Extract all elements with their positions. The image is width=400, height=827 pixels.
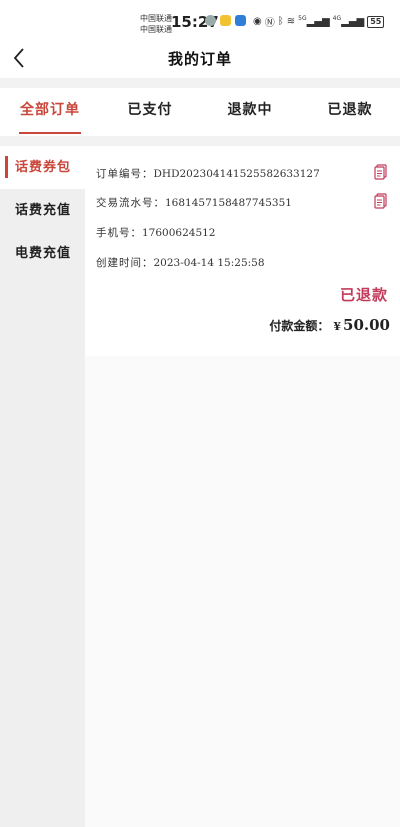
transaction-number-label: 交易流水号：	[96, 197, 165, 209]
signal-2-icon: 4G▂▄▆	[332, 15, 365, 28]
nfc-icon: Ⓝ	[264, 18, 275, 29]
page-title: 我的订单	[167, 50, 232, 68]
notification-icons	[205, 15, 246, 26]
bluetooth-icon: ᛒ	[277, 16, 284, 27]
order-number-label: 订单编号：	[96, 168, 154, 180]
wifi-icon: ≋	[286, 16, 296, 27]
currency-symbol: ¥	[333, 320, 342, 333]
payment-amount-label: 付款金额：	[269, 319, 330, 333]
empty-content-area	[85, 356, 400, 827]
copy-transaction-number-icon[interactable]	[374, 193, 388, 209]
order-number-value: DHD20230414152558263312​7	[153, 168, 320, 180]
carrier-labels: 中国联通 中国联通	[140, 13, 172, 35]
status-bar: 中国联通 中国联通 15:27 ◉ Ⓝ ᛒ ≋ 5G▂▄▆ 4G▂▄▆ 55	[0, 0, 400, 40]
payment-amount: 付款金额： ¥50.00	[269, 316, 390, 334]
phone-value: 17600624512	[142, 227, 216, 239]
battery-icon: 55	[367, 15, 385, 28]
blue-app-icon	[235, 15, 246, 26]
created-time-value: 2023-04-14 15:25:58	[153, 257, 265, 269]
divider	[0, 136, 400, 146]
system-icons: ◉ Ⓝ ᛒ ≋ 5G▂▄▆ 4G▂▄▆ 55	[253, 14, 385, 29]
order-status: 已退款	[339, 286, 388, 304]
nav-bar: 我的订单	[0, 40, 400, 78]
tab-refunding[interactable]: 退款中	[200, 88, 300, 136]
created-time-row: 创建时间：2023-04-14 15:25:58	[96, 255, 265, 270]
sidebar-item-phone-recharge[interactable]: 话费充值	[0, 189, 85, 232]
eye-icon: ◉	[253, 16, 262, 27]
sidebar-item-voucher-pack[interactable]: 话费券包	[0, 146, 85, 189]
transaction-number-value: 1681457158487745351	[165, 197, 292, 209]
tab-refunded[interactable]: 已退款	[300, 88, 400, 136]
tab-all-orders[interactable]: 全部订单	[0, 88, 100, 136]
phone-label: 手机号：	[96, 227, 142, 239]
carrier-2: 中国联通	[140, 25, 172, 34]
transaction-number-row: 交易流水号：1681457158487745351	[96, 195, 292, 210]
copy-order-number-icon[interactable]	[374, 164, 388, 180]
chat-app-icon	[205, 15, 216, 26]
divider	[0, 78, 400, 88]
phone-row: 手机号：17600624512	[96, 225, 216, 240]
yellow-app-icon	[220, 15, 231, 26]
carrier-1: 中国联通	[140, 14, 172, 23]
created-time-label: 创建时间：	[96, 257, 154, 269]
order-number-row: 订单编号：DHD20230414152558263312​7	[96, 166, 320, 181]
order-tabs: 全部订单 已支付 退款中 已退款	[0, 88, 400, 136]
sidebar-item-electricity-recharge[interactable]: 电费充值	[0, 232, 85, 275]
tab-paid[interactable]: 已支付	[100, 88, 200, 136]
payment-amount-value: 50.00	[343, 316, 390, 334]
signal-1-icon: 5G▂▄▆	[298, 15, 330, 28]
order-card: 订单编号：DHD20230414152558263312​7 交易流水号：168…	[85, 146, 400, 356]
category-sidebar: 话费券包 话费充值 电费充值	[0, 146, 85, 827]
